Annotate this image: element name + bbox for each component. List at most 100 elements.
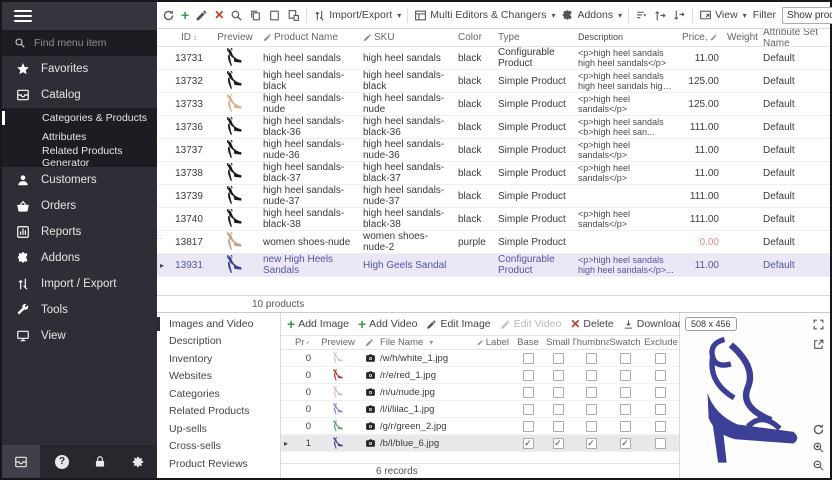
- import-export-menu[interactable]: Import/Export▾: [313, 9, 401, 22]
- column-header-file-name[interactable]: File Name▾: [361, 337, 473, 348]
- exclude-checkbox[interactable]: [641, 387, 679, 398]
- tab-cross-sells[interactable]: Cross-sells: [157, 438, 280, 456]
- duplicate-button[interactable]: [287, 9, 300, 22]
- column-header-preview[interactable]: Preview: [211, 32, 259, 43]
- exclude-checkbox[interactable]: [641, 438, 679, 449]
- tab-up-sells[interactable]: Up-sells: [157, 420, 280, 438]
- thumbnail-checkbox[interactable]: ✓: [573, 438, 609, 449]
- edit-product-button[interactable]: [195, 9, 208, 22]
- sidebar-item-categories-products[interactable]: Categories & Products: [2, 108, 157, 128]
- table-row[interactable]: 13733 high heel sandals-nudehigh heel sa…: [157, 93, 830, 116]
- refresh-button[interactable]: [162, 9, 175, 22]
- table-row[interactable]: 13732 high heel sandals-blackhigh heel s…: [157, 70, 830, 93]
- search-button[interactable]: [230, 9, 243, 22]
- base-checkbox[interactable]: [513, 404, 543, 415]
- column-header-small[interactable]: Small: [543, 337, 573, 348]
- table-row[interactable]: 13731 high heel sandalshigh heel sandals…: [157, 47, 830, 70]
- sidebar-item-catalog[interactable]: Catalog: [2, 82, 157, 108]
- swatch-checkbox[interactable]: [609, 370, 641, 381]
- thumbnail-checkbox[interactable]: [573, 404, 609, 415]
- small-checkbox[interactable]: [543, 404, 573, 415]
- image-row[interactable]: 0 /w/h/white_1.jpg: [281, 350, 679, 367]
- sidebar-item-addons[interactable]: Addons: [2, 245, 157, 271]
- column-header-price[interactable]: Price,: [678, 32, 723, 43]
- small-checkbox[interactable]: [543, 421, 573, 432]
- sidebar-search[interactable]: [2, 30, 157, 56]
- tab-images-and-video[interactable]: Images and Video: [157, 315, 280, 333]
- table-row[interactable]: 13739 high heel sandals-nude-37high heel…: [157, 185, 830, 208]
- swatch-checkbox[interactable]: ✓: [609, 438, 641, 449]
- sidebar-item-orders[interactable]: Orders: [2, 193, 157, 219]
- swatch-checkbox[interactable]: [609, 387, 641, 398]
- tab-websites[interactable]: Websites: [157, 368, 280, 386]
- edit-image-button[interactable]: Edit Image: [426, 318, 490, 330]
- exclude-checkbox[interactable]: [641, 404, 679, 415]
- thumbnail-checkbox[interactable]: [573, 387, 609, 398]
- exclude-checkbox[interactable]: [641, 353, 679, 364]
- column-header-id[interactable]: ID↕: [167, 32, 211, 43]
- tab-inventory[interactable]: Inventory: [157, 350, 280, 368]
- copy-button[interactable]: [249, 9, 262, 22]
- column-header-product-name[interactable]: Product Name: [259, 32, 359, 43]
- column-header-sku[interactable]: SKU: [359, 32, 454, 43]
- image-row[interactable]: 0 /l/i/lilac_1.jpg: [281, 401, 679, 418]
- swatch-checkbox[interactable]: [609, 353, 641, 364]
- thumbnail-checkbox[interactable]: [573, 421, 609, 432]
- exclude-checkbox[interactable]: [641, 370, 679, 381]
- expand-tree-button[interactable]: [654, 9, 667, 22]
- column-header-swatch[interactable]: Swatch: [609, 337, 641, 348]
- base-checkbox[interactable]: [513, 370, 543, 381]
- menu-search-input[interactable]: [34, 37, 144, 49]
- column-header-exclude[interactable]: Exclude: [641, 337, 679, 348]
- view-menu[interactable]: View▾: [699, 9, 747, 22]
- table-row[interactable]: 13740 high heel sandals-black-38high hee…: [157, 208, 830, 231]
- small-checkbox[interactable]: [543, 370, 573, 381]
- table-row[interactable]: 13737 high heel sandals-nude-36high heel…: [157, 139, 830, 162]
- column-header-base[interactable]: Base: [513, 337, 543, 348]
- thumbnail-checkbox[interactable]: [573, 353, 609, 364]
- rotate-icon[interactable]: [812, 423, 825, 436]
- tab-related-products[interactable]: Related Products: [157, 403, 280, 421]
- column-header-thumbnail[interactable]: Thumbna: [573, 337, 609, 348]
- small-checkbox[interactable]: [543, 387, 573, 398]
- zoom-in-icon[interactable]: [812, 441, 825, 454]
- column-header-attribute-set[interactable]: Attribute Set Name: [759, 29, 830, 49]
- table-row-selected[interactable]: 13931 new High Heels SandalsHigh Geels S…: [157, 254, 830, 277]
- sidebar-item-view[interactable]: View: [2, 323, 157, 349]
- paste-button[interactable]: [268, 9, 281, 22]
- exclude-checkbox[interactable]: [641, 421, 679, 432]
- base-checkbox[interactable]: ✓: [513, 438, 543, 449]
- image-row-selected[interactable]: 1 /b/l/blue_6.jpg ✓ ✓ ✓ ✓: [281, 435, 679, 452]
- sidebar-item-tools[interactable]: Tools: [2, 297, 157, 323]
- zoom-out-icon[interactable]: [812, 459, 825, 472]
- column-header-type[interactable]: Type: [494, 32, 574, 43]
- table-row[interactable]: 13817 women shoes-nudewomen shoes-nude-2…: [157, 231, 830, 254]
- tab-product-reviews[interactable]: Product Reviews: [157, 455, 280, 473]
- open-external-icon[interactable]: [812, 338, 825, 351]
- add-video-button[interactable]: +Add Video: [358, 317, 417, 331]
- table-row[interactable]: 13738 high heel sandals-black-37high hee…: [157, 162, 830, 185]
- sidebar-item-related-products-generator[interactable]: Related Products Generator: [2, 147, 157, 167]
- sidebar-item-import-export[interactable]: Import / Export: [2, 271, 157, 297]
- filter-select[interactable]: Show products from selected categories▾: [782, 7, 832, 24]
- image-row[interactable]: 0 /r/e/red_1.jpg: [281, 367, 679, 384]
- column-header-preview[interactable]: Preview: [315, 337, 361, 348]
- base-checkbox[interactable]: [513, 353, 543, 364]
- image-row[interactable]: 0 /g/r/green_2.jpg: [281, 418, 679, 435]
- lock-button[interactable]: [81, 445, 119, 478]
- delete-product-button[interactable]: ✕: [214, 9, 224, 21]
- fullscreen-icon[interactable]: [812, 318, 825, 331]
- table-row[interactable]: 13736 high heel sandals-black-36high hee…: [157, 116, 830, 139]
- small-checkbox[interactable]: [543, 353, 573, 364]
- multi-editors-menu[interactable]: Multi Editors & Changers▾: [414, 9, 555, 22]
- edit-video-button[interactable]: Edit Video: [500, 318, 562, 330]
- small-checkbox[interactable]: ✓: [543, 438, 573, 449]
- base-checkbox[interactable]: [513, 421, 543, 432]
- add-product-button[interactable]: +: [181, 8, 189, 22]
- thumbnail-checkbox[interactable]: [573, 370, 609, 381]
- tab-description[interactable]: Description: [157, 333, 280, 351]
- column-header-position[interactable]: Pr: [291, 337, 315, 348]
- sidebar-item-customers[interactable]: Customers: [2, 167, 157, 193]
- splitter-handle[interactable]: ::: [157, 234, 163, 241]
- collapse-tree-button[interactable]: [673, 9, 686, 22]
